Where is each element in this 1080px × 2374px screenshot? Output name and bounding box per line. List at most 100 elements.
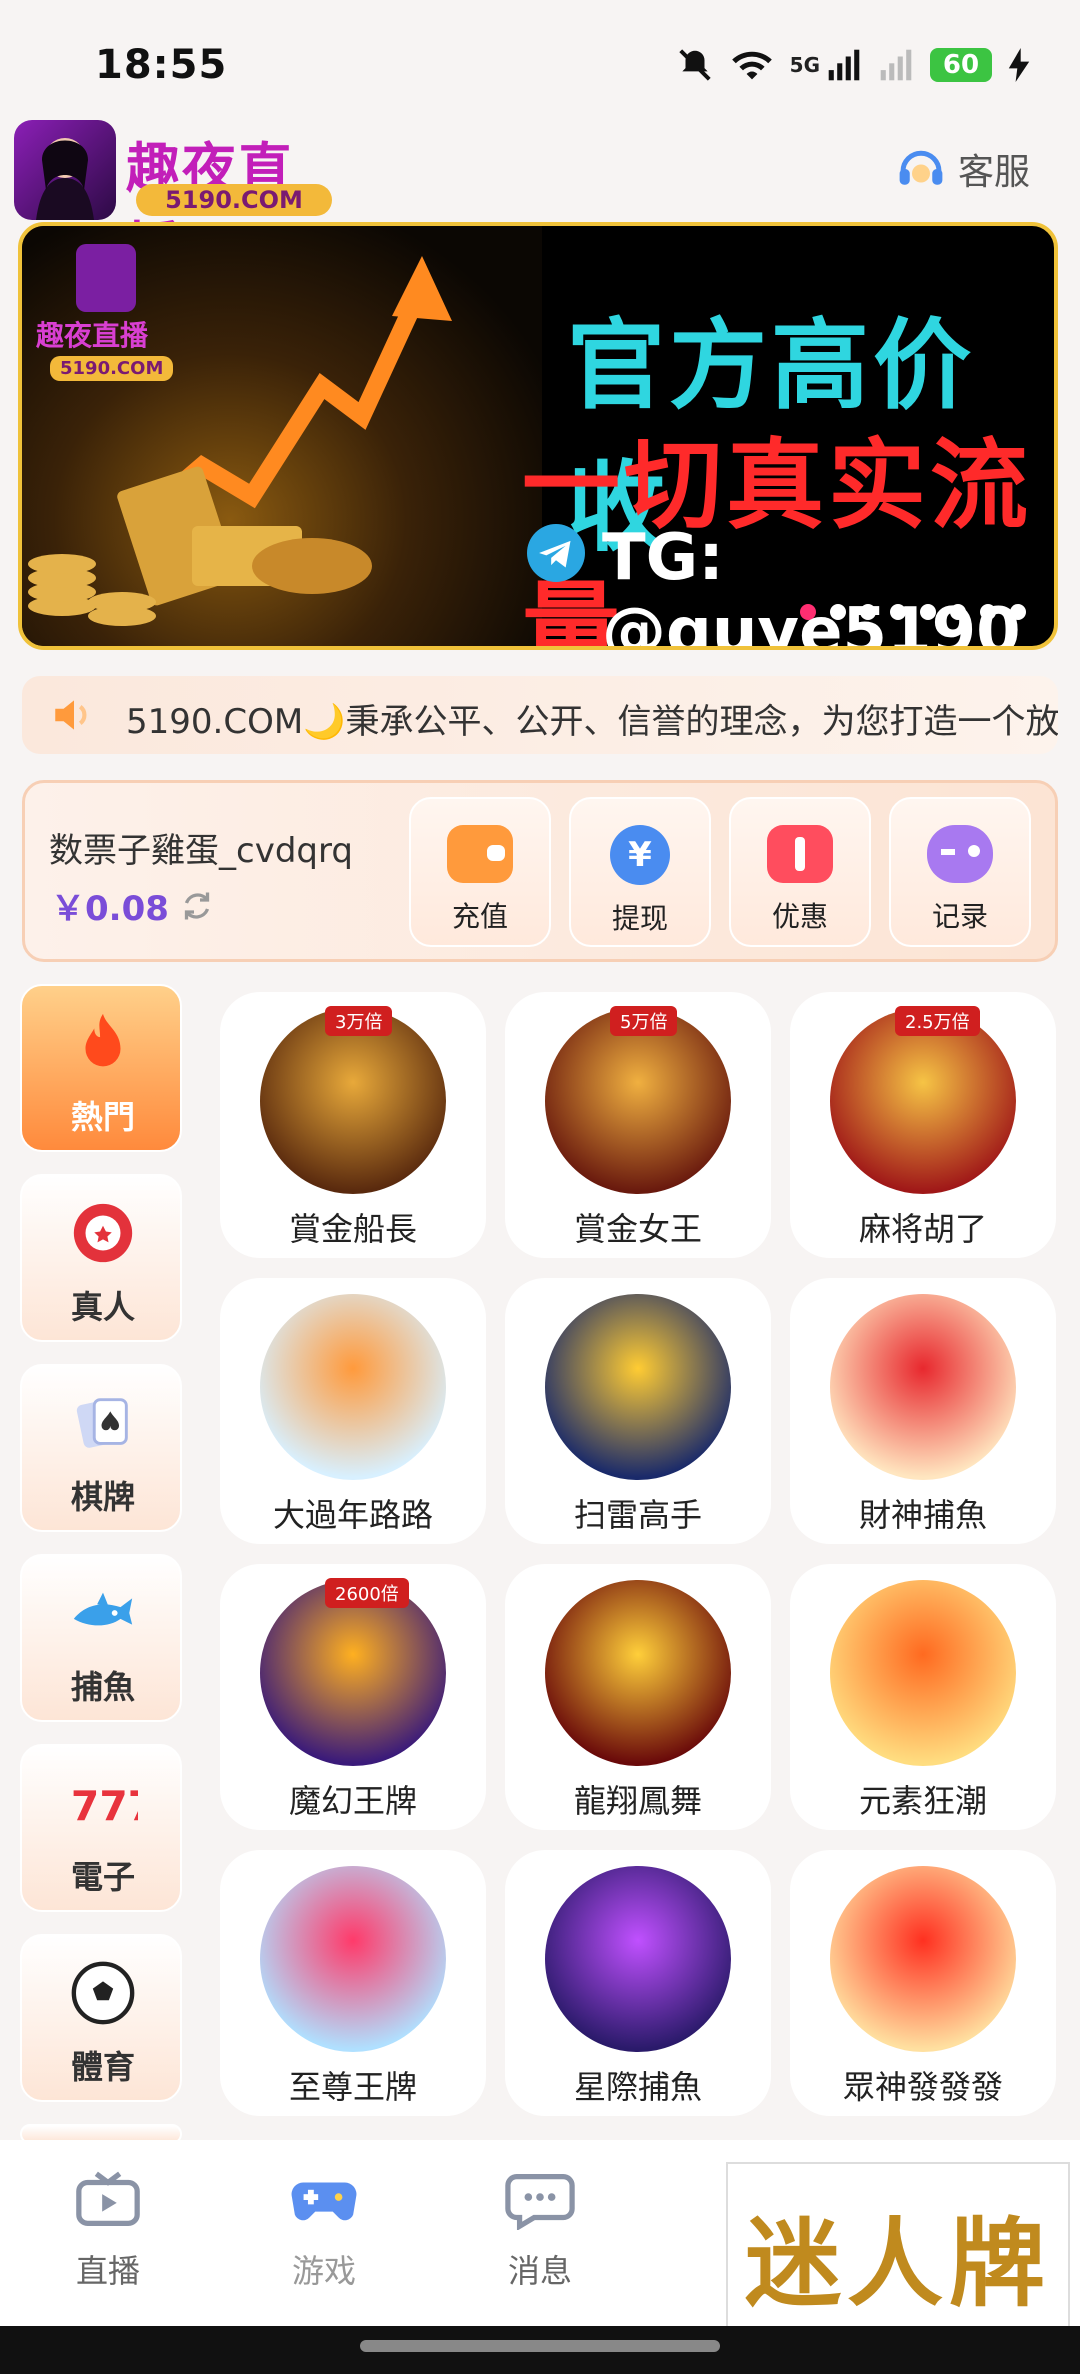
game-card[interactable]: 2.5万倍 麻将胡了: [790, 992, 1056, 1258]
ad-overlay[interactable]: 迷人牌: [726, 2162, 1070, 2348]
category-label: 熱門: [70, 1098, 135, 1136]
category-label: 電子: [70, 1858, 135, 1896]
chip-icon: [73, 1203, 133, 1263]
soccer-icon: [71, 1961, 135, 2025]
logo-domain: 5190.COM: [136, 184, 332, 216]
wifi-icon: [731, 51, 772, 80]
category-label: 真人: [70, 1288, 135, 1326]
nav-label: 直播: [75, 2252, 140, 2290]
cards-icon: [76, 1398, 128, 1448]
banner-dot[interactable]: [830, 604, 846, 620]
category-fishing[interactable]: 捕魚: [20, 1554, 182, 1722]
game-multiplier-badge: 5万倍: [610, 1006, 678, 1036]
records-label: 记录: [931, 900, 988, 933]
username: 数票子雞蛋_cvdqrq: [49, 831, 353, 871]
signal-2-icon: [880, 49, 912, 81]
nav-games[interactable]: 游戏: [244, 2170, 404, 2292]
banner-pagination: [800, 604, 1026, 620]
refresh-icon[interactable]: [179, 888, 215, 924]
tv-icon: [76, 2171, 140, 2226]
game-title: 大過年路路: [272, 1496, 433, 1534]
headset-icon: [899, 150, 943, 185]
nav-label: 消息: [507, 2252, 572, 2290]
game-title: 元素狂潮: [858, 1782, 987, 1820]
network-label: 5G: [789, 53, 820, 77]
game-card[interactable]: 元素狂潮: [790, 1564, 1056, 1830]
game-title: 眾神發發發: [842, 2068, 1003, 2106]
game-title: 扫雷高手: [573, 1496, 702, 1534]
category-label: 捕魚: [70, 1668, 135, 1706]
game-card[interactable]: 龍翔鳳舞: [505, 1564, 771, 1830]
game-card[interactable]: 5万倍賞金女王: [505, 992, 771, 1258]
chat-icon: [505, 2174, 575, 2230]
charging-icon: [1008, 48, 1030, 82]
gamepad-icon: [291, 2182, 357, 2221]
banner-dot[interactable]: [980, 604, 996, 620]
banner-logo: 趣夜直播 5190.COM: [36, 244, 176, 394]
category-label: 棋牌: [70, 1478, 135, 1516]
game-title: 龍翔鳳舞: [573, 1782, 702, 1820]
category-hot[interactable]: 熱門: [20, 984, 182, 1152]
game-thumbnail: [830, 1580, 1016, 1766]
banner-logo-domain: 5190.COM: [50, 356, 174, 381]
promo-banner[interactable]: 趣夜直播 5190.COM 官方高价收 一切真实流量 TG: @quye5190: [18, 222, 1058, 650]
withdraw-button[interactable]: ¥ 提现: [569, 797, 711, 947]
game-multiplier-badge: 2600倍: [325, 1578, 409, 1608]
game-card[interactable]: 3万倍 賞金船長: [220, 992, 486, 1258]
banner-dot[interactable]: [920, 604, 936, 620]
game-thumbnail: [830, 1866, 1016, 2052]
withdraw-label: 提现: [611, 902, 668, 935]
banner-dot[interactable]: [1010, 604, 1026, 620]
home-indicator[interactable]: [360, 2340, 720, 2352]
flame-icon: [85, 1013, 121, 1067]
game-thumbnail: [545, 1866, 731, 2052]
deposit-button[interactable]: 充值: [409, 797, 551, 947]
logo-avatar: [14, 120, 116, 220]
game-title: 財神捕魚: [858, 1496, 987, 1534]
status-time: 18:55: [95, 42, 228, 88]
records-button[interactable]: 记录: [889, 797, 1031, 947]
signal-icon: [828, 49, 860, 81]
svg-text:777: 777: [71, 1783, 138, 1831]
category-slots[interactable]: 777 電子: [20, 1744, 182, 1912]
banner-telegram-handle: TG: @quye5190: [602, 521, 1021, 650]
nav-live[interactable]: 直播: [28, 2170, 188, 2292]
game-card[interactable]: 2600倍 魔幻王牌: [220, 1564, 486, 1830]
game-title: 賞金女王: [573, 1210, 702, 1248]
announcement-text: 5190.COM🌙秉承公平、公开、信誉的理念，为您打造一个放: [126, 702, 1058, 742]
customer-service-button[interactable]: 客服: [894, 142, 1030, 196]
banner-dot[interactable]: [890, 604, 906, 620]
telegram-icon: [527, 524, 585, 582]
game-card[interactable]: 大過年路路: [220, 1278, 486, 1544]
promotions-button[interactable]: 优惠: [729, 797, 871, 947]
game-card[interactable]: 扫雷高手: [505, 1278, 771, 1544]
banner-dot[interactable]: [860, 604, 876, 620]
nav-label: 游戏: [291, 2252, 356, 2290]
app-logo[interactable]: 趣夜直播 5190.COM: [14, 120, 334, 279]
promotions-label: 优惠: [771, 900, 828, 933]
game-card[interactable]: 眾神發發發: [790, 1850, 1056, 2116]
coupon-icon: [767, 825, 833, 883]
game-card[interactable]: 星際捕魚: [505, 1850, 771, 2116]
category-live[interactable]: 真人: [20, 1174, 182, 1342]
game-thumbnail: [830, 1294, 1016, 1480]
balance-amount: ￥0.08: [51, 889, 169, 929]
banner-dot[interactable]: [800, 604, 816, 620]
wallet-card: 数票子雞蛋_cvdqrq ￥0.08 充值 ¥ 提现 优惠 记录: [22, 780, 1058, 962]
game-title: 星際捕魚: [573, 2068, 702, 2106]
game-thumbnail: [545, 1580, 731, 1766]
battery-indicator: 60: [930, 48, 992, 82]
game-multiplier-badge: 3万倍: [325, 1006, 393, 1036]
category-sports[interactable]: 體育: [20, 1934, 182, 2102]
game-title: 麻将胡了: [858, 1210, 987, 1248]
game-card[interactable]: 至尊王牌: [220, 1850, 486, 2116]
nav-messages[interactable]: 消息: [460, 2170, 620, 2292]
announcement-marquee[interactable]: 5190.COM🌙秉承公平、公开、信誉的理念，为您打造一个放: [22, 676, 1058, 754]
wallet-icon: [447, 825, 513, 883]
game-card[interactable]: 財神捕魚: [790, 1278, 1056, 1544]
mute-icon: [679, 49, 711, 81]
category-cards[interactable]: 棋牌: [20, 1364, 182, 1532]
deposit-label: 充值: [451, 900, 508, 933]
banner-dot[interactable]: [950, 604, 966, 620]
status-bar: 18:55 5G 60: [0, 0, 1080, 110]
